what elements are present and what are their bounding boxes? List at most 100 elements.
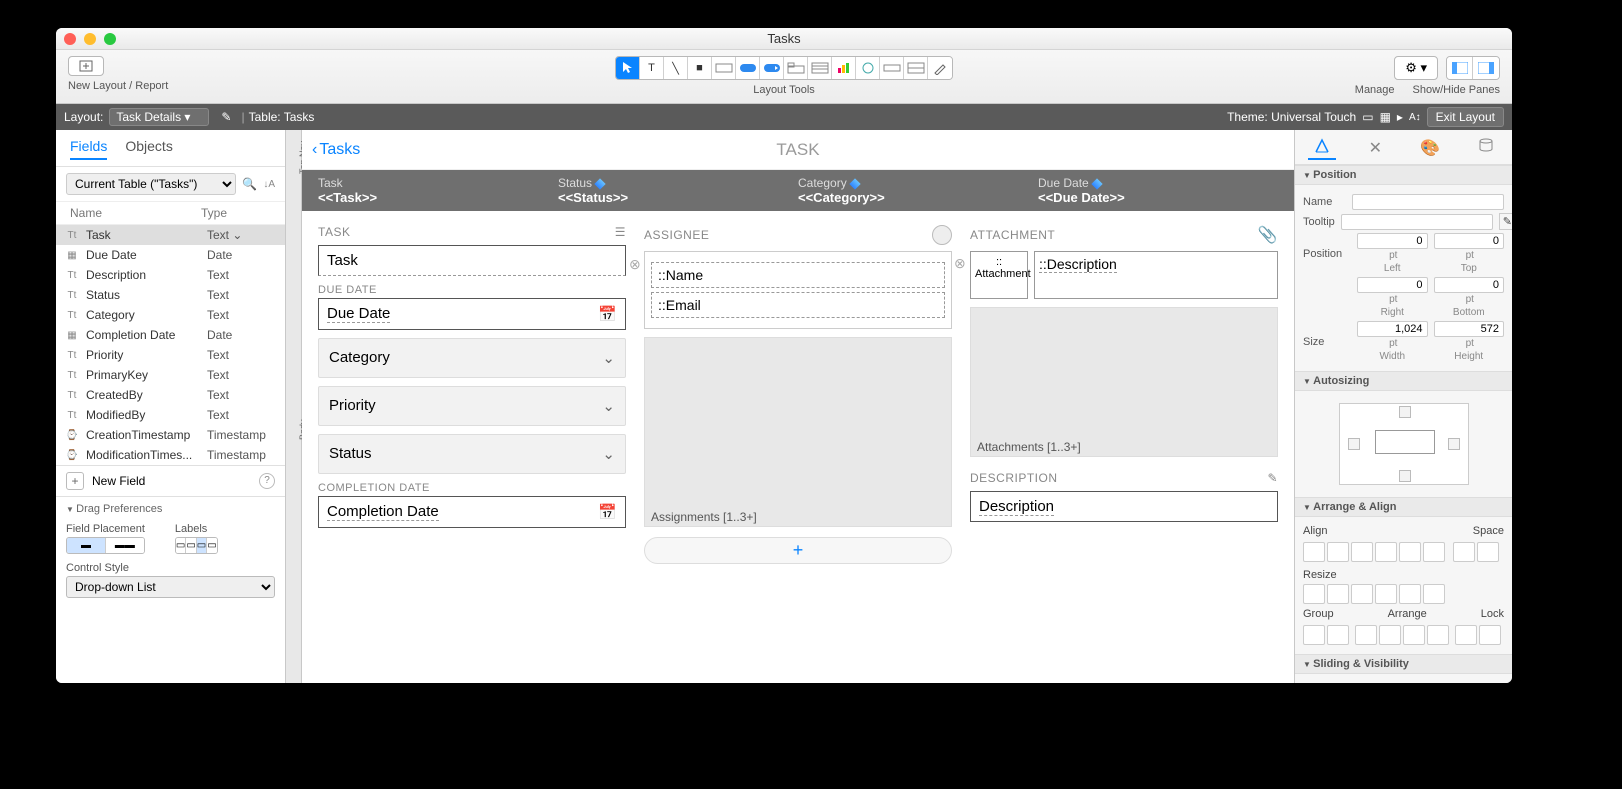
resize-6[interactable] xyxy=(1423,584,1445,604)
task-field[interactable]: Task xyxy=(318,245,626,276)
insp-bottom-input[interactable] xyxy=(1434,277,1505,293)
insp-left-input[interactable] xyxy=(1357,233,1428,249)
search-icon[interactable]: 🔍 xyxy=(242,177,257,191)
delete-row-icon[interactable]: ⊗ xyxy=(629,256,641,273)
field-row[interactable]: TtModifiedByText xyxy=(56,405,285,425)
edit-layout-icon[interactable]: ✎ xyxy=(221,110,231,124)
insp-tooltip-input[interactable] xyxy=(1341,214,1493,230)
list-icon[interactable]: ☰ xyxy=(615,225,626,239)
calendar-icon[interactable]: 📅 xyxy=(598,503,617,521)
resize-2[interactable] xyxy=(1327,584,1349,604)
insp-top-input[interactable] xyxy=(1434,233,1505,249)
backward-btn[interactable] xyxy=(1403,625,1425,645)
edit-icon[interactable]: ✎ xyxy=(1499,213,1512,230)
layout-canvas[interactable]: ‹ Tasks TASK Task<<Task>>Status<<Status>… xyxy=(302,130,1294,683)
field-row[interactable]: TtPriorityText xyxy=(56,345,285,365)
insp-tab-styles[interactable]: ✕ xyxy=(1363,136,1388,160)
screen-stencil-icon[interactable]: ▭ xyxy=(1362,110,1373,124)
autosizing-diagram[interactable] xyxy=(1339,403,1469,485)
group-btn[interactable] xyxy=(1303,625,1325,645)
priority-row[interactable]: Priority⌄ xyxy=(318,386,626,426)
align-top[interactable] xyxy=(1375,542,1397,562)
status-row[interactable]: Status⌄ xyxy=(318,434,626,474)
layout-selector[interactable]: Task Details ▾ xyxy=(109,108,209,126)
resize-5[interactable] xyxy=(1399,584,1421,604)
align-left[interactable] xyxy=(1303,542,1325,562)
labels-seg[interactable]: ▭▭▭▭ xyxy=(175,537,218,554)
manage-menu[interactable]: ⚙ ▾ xyxy=(1394,56,1438,80)
space-v[interactable] xyxy=(1477,542,1499,562)
field-row[interactable]: ▦Due DateDate xyxy=(56,245,285,265)
sort-icon[interactable]: ↓A xyxy=(263,179,275,190)
ruler-icon[interactable]: ▸ xyxy=(1397,110,1403,124)
front-btn[interactable] xyxy=(1355,625,1377,645)
insp-tab-data[interactable] xyxy=(1473,136,1499,160)
insp-arrange-header[interactable]: Arrange & Align xyxy=(1295,497,1512,517)
back-button[interactable]: ‹ Tasks xyxy=(312,141,360,159)
drag-prefs-header[interactable]: Drag Preferences xyxy=(66,503,275,515)
unlock-btn[interactable] xyxy=(1479,625,1501,645)
lock-btn[interactable] xyxy=(1455,625,1477,645)
insp-position-header[interactable]: Position xyxy=(1295,165,1512,185)
tab-tool[interactable] xyxy=(784,57,808,79)
paperclip-icon[interactable]: 📎 xyxy=(1258,225,1278,245)
webviewer-tool[interactable] xyxy=(856,57,880,79)
toggle-left-pane[interactable] xyxy=(1447,57,1473,79)
tab-objects[interactable]: Objects xyxy=(125,138,172,160)
ungroup-btn[interactable] xyxy=(1327,625,1349,645)
space-h[interactable] xyxy=(1453,542,1475,562)
field-row[interactable]: ⌚ModificationTimes...Timestamp xyxy=(56,445,285,465)
part-tool[interactable] xyxy=(904,57,928,79)
insp-width-input[interactable] xyxy=(1357,321,1428,337)
resize-1[interactable] xyxy=(1303,584,1325,604)
align-center-h[interactable] xyxy=(1327,542,1349,562)
button-tool[interactable] xyxy=(736,57,760,79)
align-bottom[interactable] xyxy=(1423,542,1445,562)
format-painter-tool[interactable] xyxy=(928,57,952,79)
new-layout-button[interactable] xyxy=(68,56,104,76)
field-control-tool[interactable] xyxy=(880,57,904,79)
field-tool[interactable] xyxy=(712,57,736,79)
assignments-portal[interactable]: Assignments [1..3+] xyxy=(644,337,952,527)
forward-btn[interactable] xyxy=(1379,625,1401,645)
field-row[interactable]: TtCategoryText xyxy=(56,305,285,325)
field-row[interactable]: TtDescriptionText xyxy=(56,265,285,285)
insp-right-input[interactable] xyxy=(1357,277,1428,293)
rect-tool[interactable]: ■ xyxy=(688,57,712,79)
insp-tab-position[interactable] xyxy=(1308,136,1336,160)
insp-name-input[interactable] xyxy=(1352,194,1504,210)
completion-field[interactable]: Completion Date📅 xyxy=(318,496,626,528)
popover-tool[interactable] xyxy=(760,57,784,79)
field-row[interactable]: TtPrimaryKeyText xyxy=(56,365,285,385)
attachments-portal[interactable]: Attachments [1..3+] xyxy=(970,307,1278,457)
assignee-email-field[interactable]: ::Email xyxy=(651,292,945,318)
align-right[interactable] xyxy=(1351,542,1373,562)
category-row[interactable]: Category⌄ xyxy=(318,338,626,378)
pointer-tool[interactable] xyxy=(616,57,640,79)
duedate-field[interactable]: Due Date📅 xyxy=(318,298,626,330)
back-btn[interactable] xyxy=(1427,625,1449,645)
field-row[interactable]: TtCreatedByText xyxy=(56,385,285,405)
delete-row-icon[interactable]: ⊗ xyxy=(954,255,966,272)
text-ruler-icon[interactable]: A↕ xyxy=(1409,112,1421,123)
tab-fields[interactable]: Fields xyxy=(70,138,107,160)
field-row[interactable]: ⌚CreationTimestampTimestamp xyxy=(56,425,285,445)
resize-4[interactable] xyxy=(1375,584,1397,604)
new-field-button[interactable]: + New Field ? xyxy=(56,465,285,496)
assignee-name-field[interactable]: ::Name xyxy=(651,262,945,288)
attachment-container[interactable]: :: Attachment xyxy=(970,251,1028,299)
insp-autosizing-header[interactable]: Autosizing xyxy=(1295,371,1512,391)
table-source-select[interactable]: Current Table ("Tasks") xyxy=(66,173,236,195)
field-placement-seg[interactable]: ▬▬▬ xyxy=(66,537,145,554)
description-field[interactable]: Description xyxy=(970,491,1278,522)
insp-tab-appearance[interactable]: 🎨 xyxy=(1414,136,1446,160)
insp-sliding-header[interactable]: Sliding & Visibility xyxy=(1295,654,1512,674)
field-row[interactable]: ▦Completion DateDate xyxy=(56,325,285,345)
exit-layout-button[interactable]: Exit Layout xyxy=(1427,107,1504,127)
text-tool[interactable]: T xyxy=(640,57,664,79)
calendar-icon[interactable]: 📅 xyxy=(598,305,617,323)
edit-icon[interactable]: ✎ xyxy=(1267,471,1278,485)
line-tool[interactable]: ╲ xyxy=(664,57,688,79)
field-row[interactable]: TtTaskText ⌄ xyxy=(56,225,285,245)
chart-tool[interactable] xyxy=(832,57,856,79)
